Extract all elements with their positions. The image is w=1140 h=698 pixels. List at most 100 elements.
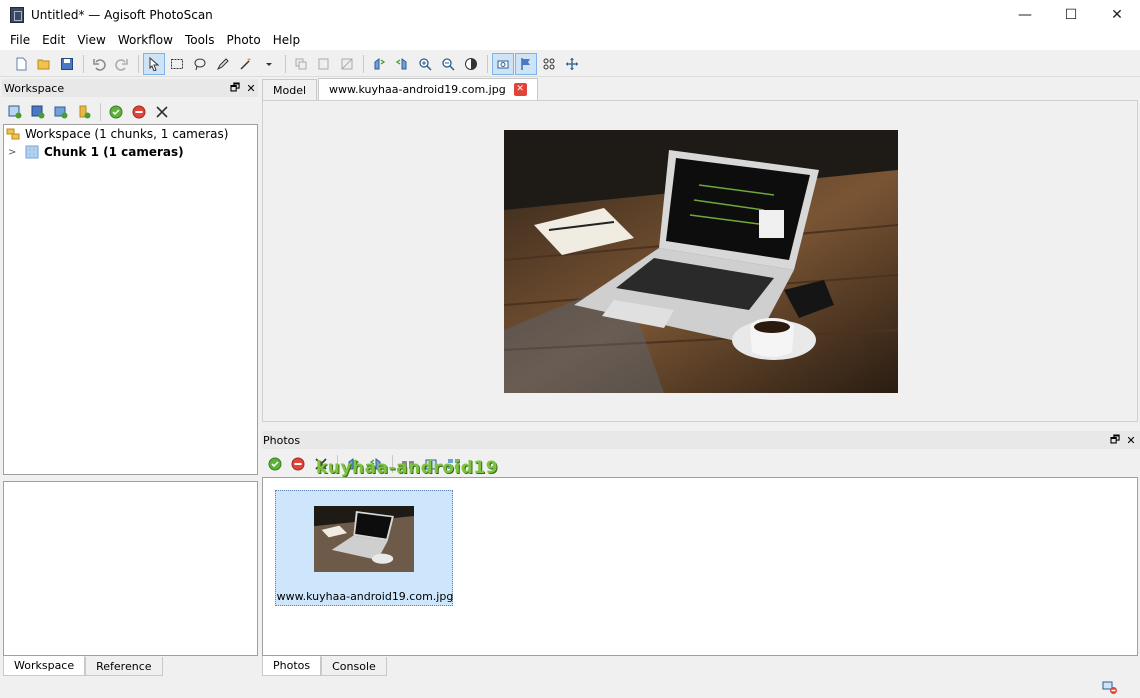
- copy-button[interactable]: [290, 53, 312, 75]
- menu-edit[interactable]: Edit: [36, 30, 71, 50]
- menu-workflow[interactable]: Workflow: [112, 30, 179, 50]
- minimize-button[interactable]: —: [1002, 0, 1048, 30]
- redo-button[interactable]: [111, 53, 133, 75]
- tab-model[interactable]: Model: [262, 79, 318, 100]
- move-icon: [566, 57, 578, 70]
- paste-button[interactable]: [313, 53, 335, 75]
- close-tab-icon[interactable]: ✕: [513, 83, 527, 96]
- camera-icon: [497, 60, 509, 68]
- rotate-right-icon: [374, 57, 386, 69]
- rotate-right-button[interactable]: [368, 53, 390, 75]
- add-markers-button[interactable]: [73, 101, 95, 123]
- rectangle-selection-button[interactable]: [166, 53, 188, 75]
- viewer-tabs: Model www.kuyhaa-android19.com.jpg ✕: [262, 78, 539, 100]
- menu-bar: File Edit View Workflow Tools Photo Help: [0, 30, 1140, 50]
- show-markers-button[interactable]: [515, 52, 537, 75]
- redo-icon: [115, 58, 128, 71]
- close-panel-button[interactable]: ✕: [244, 81, 258, 95]
- workspace-icon: [6, 128, 20, 140]
- save-button[interactable]: [56, 53, 78, 75]
- show-grid-button[interactable]: [538, 53, 560, 75]
- navigation-button[interactable]: [143, 52, 165, 75]
- main-toolbar: [0, 51, 1140, 77]
- intelligent-scissors-button[interactable]: [212, 53, 234, 75]
- photos-panel-header: Photos 🗗 ✕: [262, 431, 1140, 449]
- photo-thumbnail[interactable]: www.kuyhaa-android19.com.jpg: [275, 490, 453, 606]
- add-chunk-button[interactable]: [4, 101, 26, 123]
- check-icon: [109, 105, 123, 119]
- zoom-in-button[interactable]: [414, 53, 436, 75]
- reset-view-button[interactable]: [561, 53, 583, 75]
- add-folder-button[interactable]: [50, 101, 72, 123]
- workspace-tree: Workspace (1 chunks, 1 cameras) > Chunk …: [3, 124, 258, 475]
- disable-cameras-button[interactable]: [287, 453, 309, 475]
- toolbar-separator: [138, 54, 139, 73]
- chunk-icon: [25, 145, 39, 159]
- thumbnail-label: www.kuyhaa-android19.com.jpg: [276, 590, 454, 603]
- add-folder-icon: [54, 106, 68, 119]
- photo-image: [504, 130, 898, 393]
- app-icon: [10, 7, 24, 23]
- tree-root[interactable]: Workspace (1 chunks, 1 cameras): [4, 125, 257, 143]
- undo-icon: [93, 58, 106, 71]
- tab-console[interactable]: Console: [321, 657, 387, 676]
- toolbar-separator: [83, 54, 84, 73]
- float-panel-button[interactable]: 🗗: [228, 81, 242, 95]
- tree-chunk[interactable]: > Chunk 1 (1 cameras): [4, 143, 257, 161]
- maximize-button[interactable]: ☐: [1048, 0, 1094, 30]
- pointer-icon: [149, 56, 160, 71]
- crop-button[interactable]: [336, 53, 358, 75]
- new-file-button[interactable]: [10, 53, 32, 75]
- show-cameras-button[interactable]: [492, 52, 514, 75]
- add-chunk-icon: [8, 105, 22, 119]
- properties-pane: [3, 481, 258, 656]
- add-photos-icon: [31, 105, 45, 119]
- selection-dropdown-button[interactable]: [258, 53, 280, 75]
- tree-root-label: Workspace (1 chunks, 1 cameras): [25, 127, 229, 141]
- workspace-toolbar: [2, 101, 258, 123]
- rotate-left-button[interactable]: [391, 53, 413, 75]
- tab-photo[interactable]: www.kuyhaa-android19.com.jpg ✕: [318, 78, 538, 100]
- free-form-selection-button[interactable]: [189, 53, 211, 75]
- float-panel-button[interactable]: 🗗: [1108, 433, 1122, 447]
- magic-wand-button[interactable]: [235, 53, 257, 75]
- menu-help[interactable]: Help: [267, 30, 306, 50]
- tree-chunk-label: Chunk 1 (1 cameras): [44, 145, 184, 159]
- tab-photos[interactable]: Photos: [262, 656, 322, 676]
- new-file-icon: [16, 57, 27, 70]
- tab-reference[interactable]: Reference: [85, 657, 163, 676]
- disable-icon: [291, 457, 305, 471]
- menu-view[interactable]: View: [71, 30, 111, 50]
- undo-button[interactable]: [88, 53, 110, 75]
- toolbar-separator: [285, 54, 286, 73]
- add-photos-button[interactable]: [27, 101, 49, 123]
- open-button[interactable]: [33, 53, 55, 75]
- contrast-icon: [465, 57, 477, 70]
- menu-tools[interactable]: Tools: [179, 30, 221, 50]
- brightness-button[interactable]: [460, 53, 482, 75]
- photos-panel-controls: 🗗 ✕: [1106, 433, 1138, 447]
- zoom-in-icon: [419, 57, 432, 71]
- watermark-text: kuyhaa-android19: [316, 458, 499, 478]
- title-bar: Untitled* — Agisoft PhotoScan — ☐ ✕: [0, 0, 1140, 30]
- enable-cameras-button[interactable]: [264, 453, 286, 475]
- disable-button[interactable]: [128, 101, 150, 123]
- photo-viewer[interactable]: [262, 100, 1138, 422]
- menu-file[interactable]: File: [4, 30, 36, 50]
- check-icon: [268, 457, 282, 471]
- remove-button[interactable]: [151, 101, 173, 123]
- close-panel-button[interactable]: ✕: [1124, 433, 1138, 447]
- network-disconnected-icon: [1102, 681, 1117, 694]
- copy-icon: [295, 58, 307, 69]
- workspace-bottom-tabs: Workspace Reference: [3, 656, 163, 676]
- menu-photo[interactable]: Photo: [221, 30, 267, 50]
- close-button[interactable]: ✕: [1094, 0, 1140, 30]
- photos-bottom-tabs: Photos Console: [262, 656, 387, 676]
- tab-workspace[interactable]: Workspace: [3, 656, 86, 676]
- zoom-out-button[interactable]: [437, 53, 459, 75]
- enable-button[interactable]: [105, 101, 127, 123]
- paste-icon: [318, 58, 329, 69]
- expand-icon[interactable]: >: [8, 147, 20, 158]
- close-icon: [156, 106, 168, 118]
- folder-open-icon: [37, 59, 50, 69]
